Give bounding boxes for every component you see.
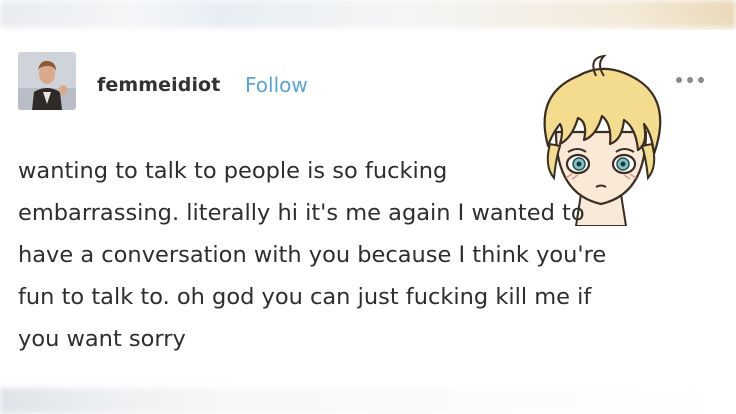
blurred-top-strip (0, 0, 736, 34)
tumblr-post: femmeidiot Follow wanting to talk to peo… (0, 30, 736, 388)
post-body-line: wanting to talk to people is so fucking (18, 158, 448, 184)
post-body-line: fun to talk to. oh god you can just fuck… (18, 284, 592, 310)
post-username[interactable]: femmeidiot (97, 74, 220, 96)
post-body-line: you want sorry (18, 326, 186, 352)
post-body-line: embarrassing. literally hi it's me again… (18, 200, 585, 226)
avatar[interactable] (18, 52, 76, 110)
post-body-line: have a conversation with you because I t… (18, 242, 607, 268)
follow-button[interactable]: Follow (245, 73, 308, 97)
more-dot (698, 77, 704, 83)
more-options-icon[interactable] (676, 74, 714, 86)
more-dot (676, 77, 682, 83)
more-dot (687, 77, 693, 83)
post-body: wanting to talk to people is so fucking … (18, 150, 728, 360)
avatar-photo-icon (18, 52, 76, 110)
blurred-bottom-strip (0, 388, 736, 414)
